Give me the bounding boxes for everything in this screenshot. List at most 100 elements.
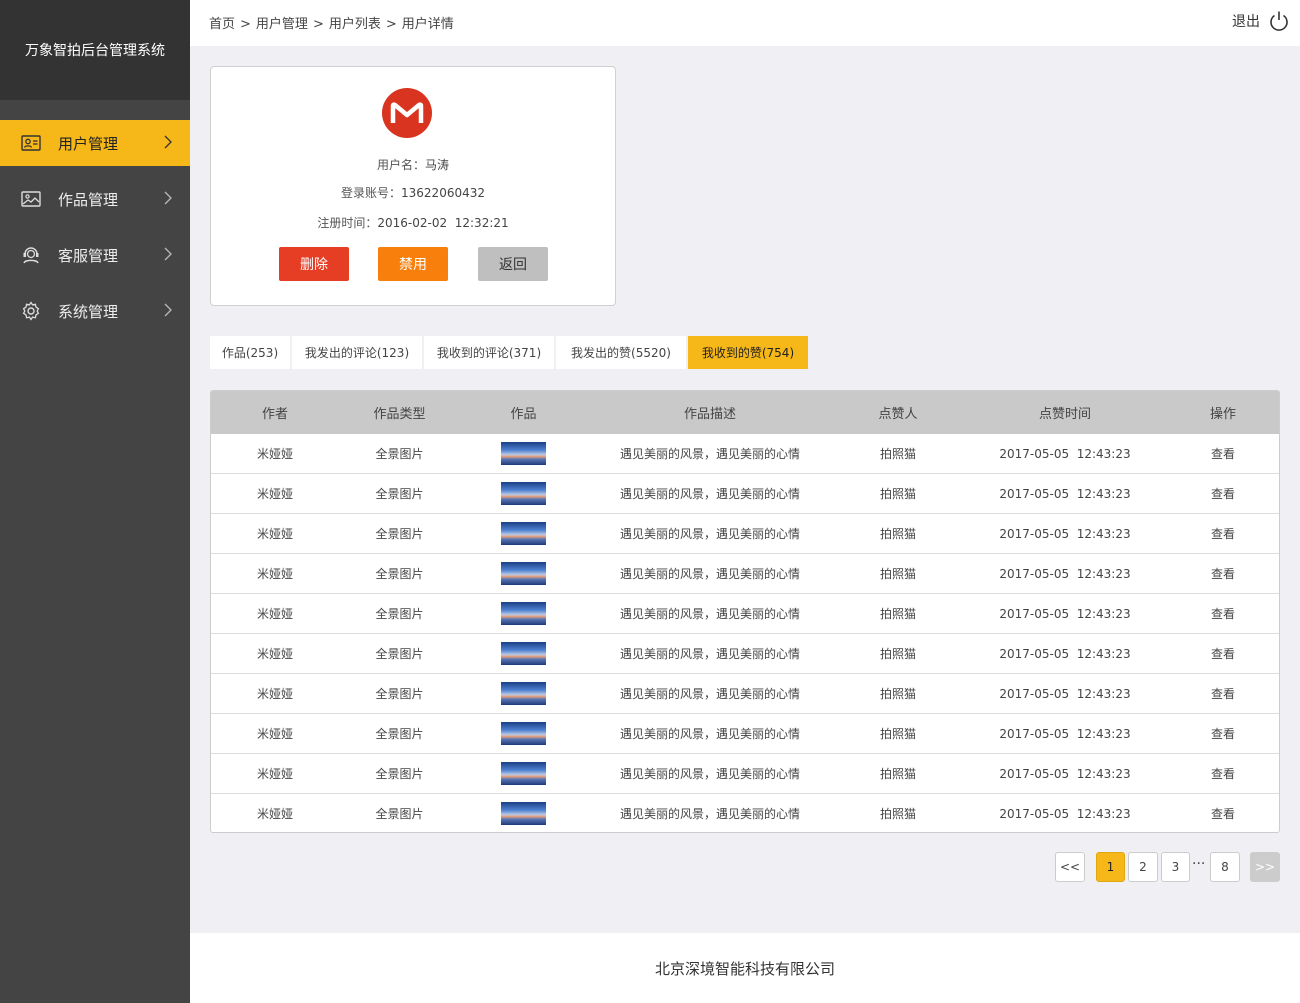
view-link[interactable]: 查看 — [1167, 445, 1279, 462]
footer: 北京深境智能科技有限公司 — [190, 933, 1300, 1003]
sidebar-item-system-management[interactable]: 系统管理 — [0, 288, 190, 334]
page-button-last[interactable]: 8 — [1210, 852, 1240, 882]
page-button-2[interactable]: 2 — [1128, 852, 1158, 882]
work-thumbnail[interactable] — [501, 562, 546, 585]
sidebar-item-user-management[interactable]: 用户管理 — [0, 120, 190, 166]
view-link[interactable]: 查看 — [1167, 805, 1279, 822]
cell-type: 全景图片 — [375, 527, 424, 541]
logout-button[interactable]: 退出 — [1232, 10, 1290, 32]
username-label: 用户名： — [376, 158, 425, 172]
tab-works[interactable]: 作品(253) — [210, 336, 290, 369]
prev-page-button[interactable]: << — [1055, 852, 1085, 882]
sidebar-item-label: 作品管理 — [58, 190, 119, 209]
cell-work — [460, 682, 587, 705]
delete-button[interactable]: 删除 — [279, 247, 349, 281]
cell-work — [460, 562, 587, 585]
cell-liker: 拍照猫 — [879, 807, 916, 821]
app-title: 万象智拍后台管理系统 — [0, 0, 190, 100]
table-body: 米娅娅 全景图片 遇见美丽的风景，遇见美丽的心情 拍照猫 2017-05-05 12:4… — [211, 434, 1279, 832]
cell-description: 遇见美丽的风景，遇见美丽的心情 — [619, 567, 800, 581]
work-thumbnail[interactable] — [501, 682, 546, 705]
sidebar-item-customer-service[interactable]: 客服管理 — [0, 232, 190, 278]
tab-sent-comments[interactable]: 我发出的评论(123) — [292, 336, 422, 369]
breadcrumb-user-list[interactable]: 用户列表 — [329, 17, 381, 32]
work-thumbnail[interactable] — [501, 802, 546, 825]
sidebar-menu: 用户管理 作品管理 客服管理 系统管理 — [0, 120, 190, 334]
back-button[interactable]: 返回 — [478, 247, 548, 281]
cell-description: 遇见美丽的风景，遇见美丽的心情 — [619, 447, 800, 461]
column-header-liker: 点赞人 — [878, 407, 918, 422]
cell-liker: 拍照猫 — [879, 687, 916, 701]
breadcrumb-user-management[interactable]: 用户管理 — [256, 17, 308, 32]
cell-like-time: 2017-05-05 12:43:23 — [999, 726, 1131, 741]
tab-received-comments[interactable]: 我收到的评论(371) — [424, 336, 554, 369]
cell-description: 遇见美丽的风景，遇见美丽的心情 — [619, 527, 800, 541]
cell-author: 米娅娅 — [256, 527, 293, 541]
cell-description: 遇见美丽的风景，遇见美丽的心情 — [619, 607, 800, 621]
view-link[interactable]: 查看 — [1167, 765, 1279, 782]
gear-icon — [20, 300, 42, 322]
page-button-3[interactable]: 3 — [1161, 852, 1190, 882]
cell-author: 米娅娅 — [256, 447, 293, 461]
next-page-button[interactable]: >> — [1250, 852, 1280, 882]
table-row: 米娅娅 全景图片 遇见美丽的风景，遇见美丽的心情 拍照猫 2017-05-05 12:4… — [211, 594, 1279, 634]
cell-author: 米娅娅 — [256, 727, 293, 741]
headset-icon — [20, 244, 42, 266]
cell-like-time: 2017-05-05 12:43:23 — [999, 606, 1131, 621]
cell-type: 全景图片 — [375, 567, 424, 581]
cell-like-time: 2017-05-05 12:43:23 — [999, 646, 1131, 661]
cell-type: 全景图片 — [375, 487, 424, 501]
breadcrumb-separator: > — [312, 17, 324, 32]
sidebar-item-label: 用户管理 — [58, 134, 119, 153]
page-button-1[interactable]: 1 — [1096, 852, 1125, 882]
logout-label: 退出 — [1232, 14, 1260, 30]
username-value: 马涛 — [425, 158, 450, 172]
cell-liker: 拍照猫 — [879, 447, 916, 461]
image-icon — [20, 188, 42, 210]
cell-like-time: 2017-05-05 12:43:23 — [999, 566, 1131, 581]
column-header-description: 作品描述 — [683, 407, 736, 422]
view-link[interactable]: 查看 — [1167, 605, 1279, 622]
user-info-card: 用户名：马涛 登录账号：13622060432 注册时间：2016-02-02 … — [210, 66, 616, 306]
cell-liker: 拍照猫 — [879, 727, 916, 741]
breadcrumb-home[interactable]: 首页 — [209, 17, 235, 32]
view-link[interactable]: 查看 — [1167, 525, 1279, 542]
register-time-label: 注册时间： — [317, 216, 378, 230]
table-row: 米娅娅 全景图片 遇见美丽的风景，遇见美丽的心情 拍照猫 2017-05-05 12:4… — [211, 434, 1279, 474]
cell-author: 米娅娅 — [256, 807, 293, 821]
work-thumbnail[interactable] — [501, 442, 546, 465]
breadcrumb: 首页 > 用户管理 > 用户列表 > 用户详情 — [209, 13, 454, 32]
work-thumbnail[interactable] — [501, 642, 546, 665]
tab-sent-likes[interactable]: 我发出的赞(5520) — [556, 336, 686, 369]
cell-work — [460, 442, 587, 465]
sidebar-item-work-management[interactable]: 作品管理 — [0, 176, 190, 222]
column-header-work: 作品 — [510, 407, 537, 422]
cell-type: 全景图片 — [375, 687, 424, 701]
table-row: 米娅娅 全景图片 遇见美丽的风景，遇见美丽的心情 拍照猫 2017-05-05 12:4… — [211, 674, 1279, 714]
view-link[interactable]: 查看 — [1167, 485, 1279, 502]
column-header-like-time: 点赞时间 — [1038, 407, 1091, 422]
cell-work — [460, 802, 587, 825]
register-time-row: 注册时间：2016-02-02 12:32:21 — [211, 214, 615, 231]
cell-work — [460, 522, 587, 545]
work-thumbnail[interactable] — [501, 722, 546, 745]
cell-like-time: 2017-05-05 12:43:23 — [999, 806, 1131, 821]
view-link[interactable]: 查看 — [1167, 725, 1279, 742]
breadcrumb-user-detail: 用户详情 — [401, 17, 454, 32]
view-link[interactable]: 查看 — [1167, 685, 1279, 702]
work-thumbnail[interactable] — [501, 522, 546, 545]
cell-liker: 拍照猫 — [879, 607, 916, 621]
view-link[interactable]: 查看 — [1167, 645, 1279, 662]
view-link[interactable]: 查看 — [1167, 565, 1279, 582]
cell-liker: 拍照猫 — [879, 527, 916, 541]
cell-author: 米娅娅 — [256, 487, 293, 501]
tab-received-likes[interactable]: 我收到的赞(754) — [688, 336, 808, 369]
work-thumbnail[interactable] — [501, 602, 546, 625]
work-thumbnail[interactable] — [501, 762, 546, 785]
work-thumbnail[interactable] — [501, 482, 546, 505]
cell-type: 全景图片 — [375, 447, 424, 461]
register-time-value: 2016-02-02 12:32:21 — [377, 216, 509, 230]
disable-button[interactable]: 禁用 — [378, 247, 448, 281]
table-header: 作者 作品类型 作品 作品描述 点赞人 点赞时间 操作 — [211, 391, 1279, 434]
username-row: 用户名：马涛 — [211, 156, 615, 173]
